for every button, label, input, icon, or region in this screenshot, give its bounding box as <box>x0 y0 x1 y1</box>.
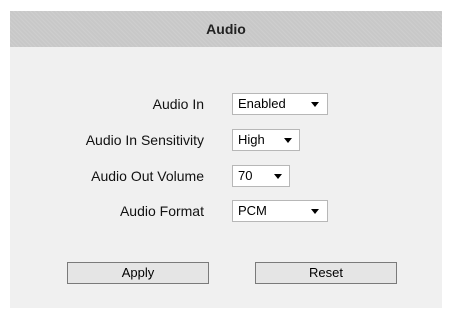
apply-button[interactable]: Apply <box>67 262 209 284</box>
audio-format-label: Audio Format <box>119 203 204 219</box>
audio-out-volume-select[interactable]: 70 <box>232 165 290 187</box>
chevron-down-icon <box>311 102 319 107</box>
panel-header: Audio <box>10 11 442 47</box>
chevron-down-icon <box>284 138 292 143</box>
audio-format-select[interactable]: PCM <box>232 200 328 222</box>
audio-format-value: PCM <box>238 203 267 218</box>
audio-in-value: Enabled <box>238 96 286 111</box>
audio-in-label: Audio In <box>152 96 204 112</box>
audio-in-select[interactable]: Enabled <box>232 93 328 115</box>
audio-in-sensitivity-label: Audio In Sensitivity <box>85 132 204 148</box>
reset-button[interactable]: Reset <box>255 262 397 284</box>
chevron-down-icon <box>274 174 282 179</box>
audio-settings-panel: Audio Audio In Enabled Audio In Sensitiv… <box>10 11 442 308</box>
audio-out-volume-value: 70 <box>238 168 253 183</box>
audio-out-volume-label: Audio Out Volume <box>91 168 204 184</box>
audio-in-sensitivity-value: High <box>238 132 265 147</box>
chevron-down-icon <box>311 209 319 214</box>
panel-title: Audio <box>206 21 246 37</box>
audio-in-sensitivity-select[interactable]: High <box>232 129 300 151</box>
